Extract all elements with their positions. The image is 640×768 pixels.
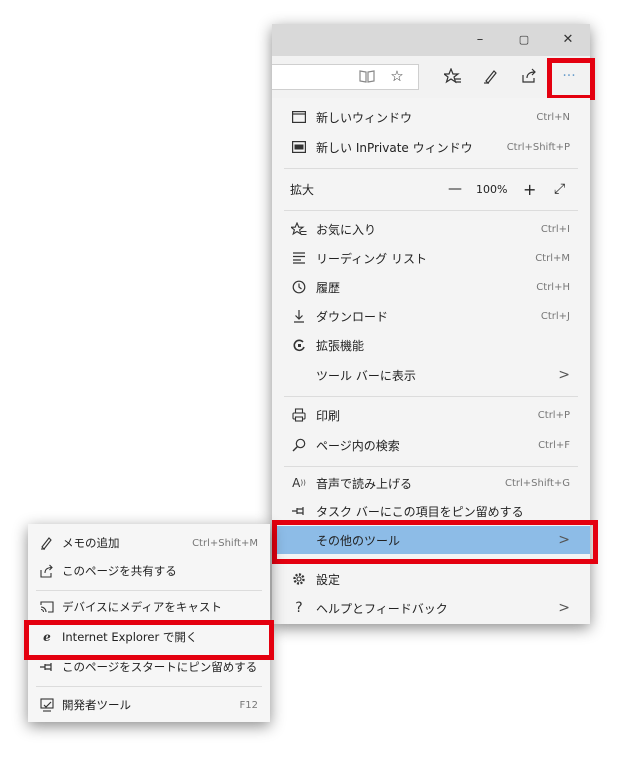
share-icon xyxy=(38,562,56,580)
zoom-out-button[interactable]: — xyxy=(448,181,462,197)
minimize-button[interactable]: – xyxy=(470,32,490,48)
menu-item-favorites[interactable]: お気に入り Ctrl+I xyxy=(272,214,590,244)
menu-divider xyxy=(284,168,578,169)
menu-item-read-aloud[interactable]: A)) 音声で読み上げる Ctrl+Shift+G xyxy=(272,468,590,498)
menu-item-downloads[interactable]: ダウンロード Ctrl+J xyxy=(272,301,590,331)
menu-divider xyxy=(284,210,578,211)
favorite-star-icon[interactable]: ☆ xyxy=(386,65,408,87)
menu-divider xyxy=(284,396,578,397)
title-bar: – ▢ ✕ xyxy=(272,24,590,56)
pin-taskbar-icon xyxy=(290,502,308,520)
pin-icon xyxy=(38,658,56,676)
read-aloud-icon: A)) xyxy=(292,476,306,490)
notes-pen-icon[interactable] xyxy=(480,65,502,87)
open-with-ie-highlight xyxy=(24,620,274,660)
menu-item-new-window[interactable]: 新しいウィンドウ Ctrl+N xyxy=(272,102,590,132)
submenu-item-developer-tools[interactable]: 開発者ツール F12 xyxy=(28,692,270,718)
menu-item-history[interactable]: 履歴 Ctrl+H xyxy=(272,272,590,302)
cast-icon xyxy=(38,598,56,616)
menu-item-help-feedback[interactable]: ? ヘルプとフィードバック > xyxy=(272,593,590,623)
fullscreen-icon[interactable]: ⤢ xyxy=(554,181,565,197)
inprivate-window-icon xyxy=(290,138,308,156)
share-icon[interactable] xyxy=(518,65,540,87)
extensions-icon xyxy=(290,336,308,354)
download-icon xyxy=(290,307,308,325)
submenu-divider xyxy=(36,590,262,591)
more-tools-highlight xyxy=(272,520,598,564)
submenu-divider xyxy=(36,686,262,687)
menu-item-show-in-toolbar[interactable]: ツール バーに表示 > xyxy=(272,360,590,390)
toolbar: ☆ ··· xyxy=(272,56,590,99)
submenu-item-cast-media[interactable]: デバイスにメディアをキャスト xyxy=(28,594,270,620)
menu-item-print[interactable]: 印刷 Ctrl+P xyxy=(272,400,590,430)
new-window-icon xyxy=(290,108,308,126)
print-icon xyxy=(290,406,308,424)
reading-view-icon[interactable] xyxy=(356,65,378,87)
chevron-right-icon: > xyxy=(558,600,570,616)
favorites-icon xyxy=(290,220,308,238)
find-icon xyxy=(290,436,308,454)
menu-item-extensions[interactable]: 拡張機能 xyxy=(272,330,590,360)
settings-icon xyxy=(290,570,308,588)
more-button-highlight xyxy=(547,58,595,100)
reading-list-icon xyxy=(290,249,308,267)
submenu-item-share-page[interactable]: このページを共有する xyxy=(28,558,270,584)
maximize-button[interactable]: ▢ xyxy=(514,32,534,48)
menu-divider xyxy=(284,466,578,467)
zoom-in-button[interactable]: + xyxy=(523,180,536,199)
help-icon: ? xyxy=(295,600,303,616)
menu-item-new-inprivate-window[interactable]: 新しい InPrivate ウィンドウ Ctrl+Shift+P xyxy=(272,132,590,162)
chevron-right-icon: > xyxy=(558,367,570,383)
favorites-hub-icon[interactable] xyxy=(442,65,464,87)
close-button[interactable]: ✕ xyxy=(558,32,578,48)
zoom-level: 100% xyxy=(476,182,508,196)
history-icon xyxy=(290,278,308,296)
pen-icon xyxy=(38,534,56,552)
menu-item-settings[interactable]: 設定 xyxy=(272,564,590,594)
submenu-item-add-notes[interactable]: メモの追加 Ctrl+Shift+M xyxy=(28,530,270,556)
devtools-icon xyxy=(38,696,56,714)
menu-item-reading-list[interactable]: リーディング リスト Ctrl+M xyxy=(272,243,590,273)
menu-item-zoom: 拡大 — 100% + ⤢ xyxy=(290,179,566,199)
menu-item-find-on-page[interactable]: ページ内の検索 Ctrl+F xyxy=(272,430,590,460)
